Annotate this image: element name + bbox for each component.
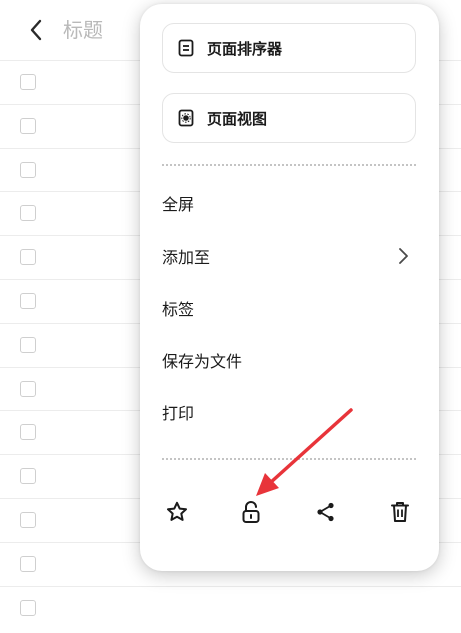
row-checkbox[interactable]: [20, 161, 36, 178]
options-menu: 页面排序器 页面视图 全屏 添加至 标签 保存为文件 打印: [140, 4, 439, 571]
back-button[interactable]: [22, 14, 50, 46]
menu-item-label: 保存为文件: [162, 352, 243, 371]
star-icon: [167, 501, 187, 521]
menu-divider: [162, 164, 416, 166]
menu-item-label: 全屏: [162, 195, 195, 214]
row-checkbox[interactable]: [20, 249, 36, 266]
delete-button[interactable]: [386, 498, 414, 526]
row-checkbox[interactable]: [20, 599, 36, 616]
row-checkbox[interactable]: [20, 292, 36, 309]
menu-divider: [162, 458, 416, 460]
menu-item-add-to[interactable]: 添加至: [162, 239, 416, 273]
page-view-label: 页面视图: [207, 109, 268, 128]
row-checkbox[interactable]: [20, 74, 36, 90]
menu-item-tags[interactable]: 标签: [162, 291, 416, 325]
menu-item-fullscreen[interactable]: 全屏: [162, 186, 416, 220]
chevron-left-icon: [30, 19, 42, 41]
row-checkbox[interactable]: [20, 468, 36, 485]
page-view-button[interactable]: 页面视图: [162, 93, 416, 143]
share-icon: [317, 502, 334, 522]
share-button[interactable]: [312, 498, 340, 526]
row-checkbox[interactable]: [20, 424, 36, 441]
row-checkbox[interactable]: [20, 336, 36, 353]
trash-icon: [391, 502, 409, 522]
menu-item-label: 打印: [162, 404, 195, 423]
page-title: 标题: [63, 18, 103, 42]
unlock-icon: [242, 501, 260, 523]
menu-item-label: 标签: [162, 300, 195, 319]
page-sorter-label: 页面排序器: [207, 39, 283, 58]
page-sorter-button[interactable]: 页面排序器: [162, 23, 416, 73]
menu-item-save-as-file[interactable]: 保存为文件: [162, 343, 416, 377]
favorite-button[interactable]: [163, 498, 191, 526]
row-checkbox[interactable]: [20, 205, 36, 222]
row-checkbox[interactable]: [20, 511, 36, 528]
row-checkbox[interactable]: [20, 380, 36, 397]
row-checkbox[interactable]: [20, 117, 36, 134]
menu-action-bar: [140, 494, 439, 530]
menu-item-print[interactable]: 打印: [162, 395, 416, 429]
page-view-icon: [177, 109, 195, 127]
list-item[interactable]: [0, 585, 461, 630]
menu-item-label: 添加至: [162, 248, 211, 267]
list-sorter-icon: [177, 39, 195, 57]
lock-button[interactable]: [237, 498, 265, 526]
chevron-right-icon: [399, 248, 408, 264]
row-checkbox[interactable]: [20, 555, 36, 572]
